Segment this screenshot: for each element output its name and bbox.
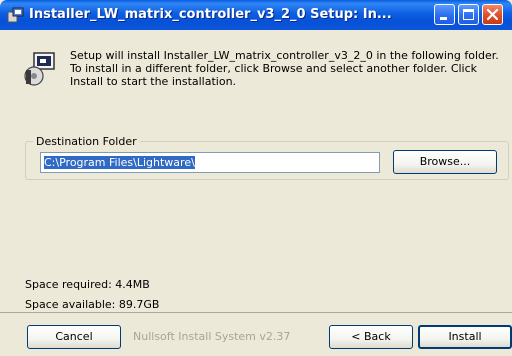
minimize-icon (440, 17, 447, 20)
destination-path-input[interactable]: C:\Program Files\Lightware\ (40, 152, 380, 173)
installer-icon (24, 52, 55, 86)
window-title: Installer_LW_matrix_controller_v3_2_0 Se… (29, 7, 392, 22)
title-bar[interactable]: Installer_LW_matrix_controller_v3_2_0 Se… (0, 0, 512, 30)
close-button[interactable] (482, 4, 503, 25)
close-icon (486, 8, 499, 21)
install-button[interactable]: Install (418, 325, 512, 349)
cancel-button[interactable]: Cancel (27, 325, 121, 349)
maximize-button[interactable] (458, 4, 479, 25)
destination-folder-label: Destination Folder (36, 135, 137, 148)
space-available: Space available: 89.7GB (25, 298, 160, 311)
back-button[interactable]: < Back (329, 325, 413, 349)
app-icon (7, 7, 24, 23)
intro-text: Setup will install Installer_LW_matrix_c… (70, 49, 499, 88)
browse-button[interactable]: Browse... (393, 150, 497, 174)
space-required: Space required: 4.4MB (25, 278, 150, 291)
footer-divider (0, 312, 512, 313)
minimize-button[interactable] (434, 4, 455, 25)
nsis-brand-label: Nullsoft Install System v2.37 (133, 330, 291, 343)
maximize-icon (463, 9, 474, 20)
destination-path-value: C:\Program Files\Lightware\ (44, 156, 195, 169)
